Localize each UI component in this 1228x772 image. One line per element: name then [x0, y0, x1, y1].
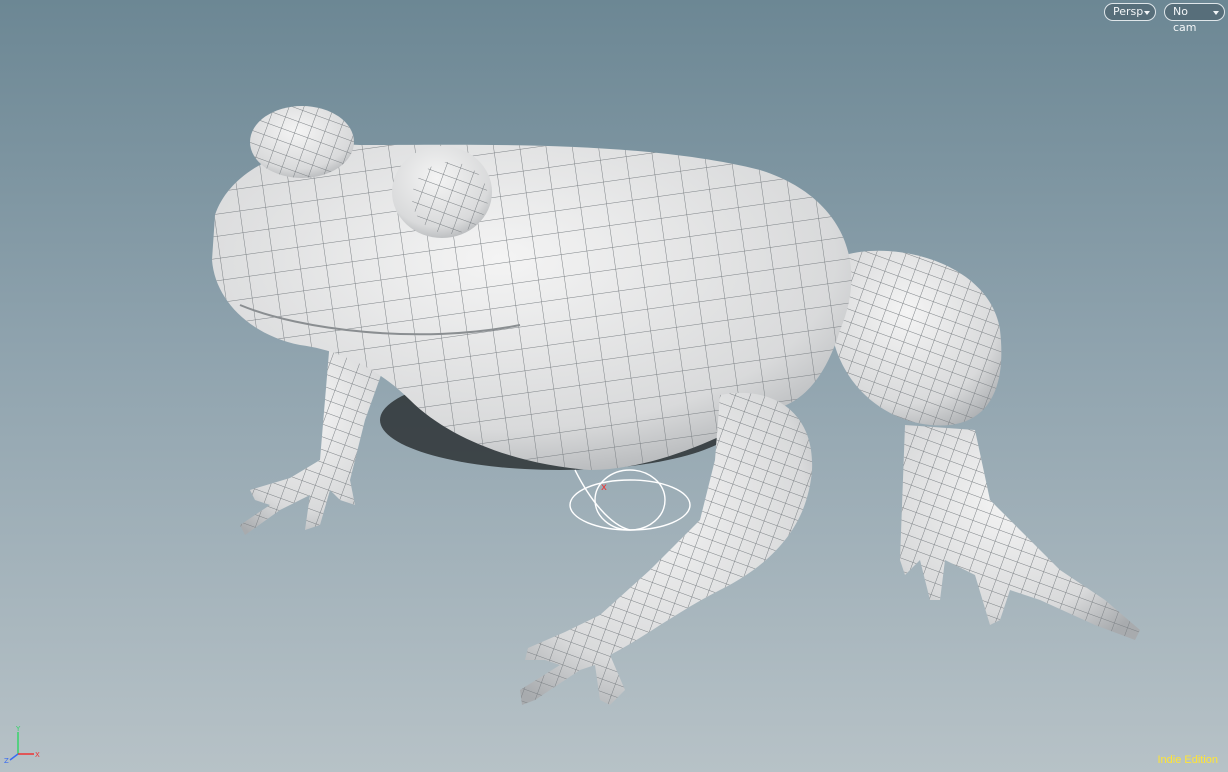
camera-label: No cam [1173, 5, 1197, 34]
back-leg-right [830, 250, 1140, 640]
eye-right [392, 146, 492, 238]
chevron-down-icon [1213, 11, 1219, 15]
axis-gizmo-icon: Y X Z [4, 725, 40, 764]
frog-model[interactable]: x [0, 0, 1228, 772]
camera-menu[interactable]: No cam [1164, 3, 1225, 34]
eye-left [250, 106, 354, 178]
view-persp-label: Persp [1113, 5, 1144, 18]
chevron-down-icon [1144, 11, 1150, 15]
transform-handle[interactable]: x [569, 469, 691, 531]
svg-text:x: x [601, 482, 607, 493]
edition-label: Indie Edition [1157, 754, 1218, 766]
3d-viewport[interactable]: x Persp No cam Y X Z Indie Edition [0, 0, 1228, 772]
front-arm-left [240, 340, 390, 535]
view-persp-menu[interactable]: Persp [1104, 3, 1156, 21]
axis-y-label: Y [15, 725, 21, 733]
axis-x-label: X [35, 751, 40, 759]
axis-z-label: Z [4, 757, 9, 764]
